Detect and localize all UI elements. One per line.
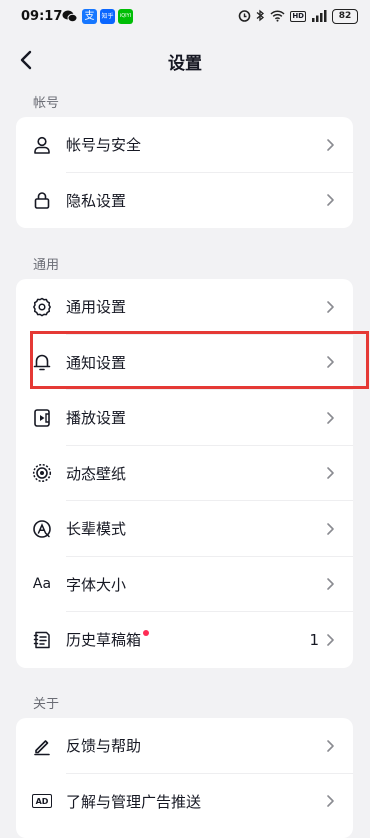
zhihu-icon: 知乎 <box>100 9 115 24</box>
red-dot-badge <box>143 630 150 637</box>
menu-item-feedback-help[interactable]: 反馈与帮助 <box>16 718 353 774</box>
menu-item-drafts[interactable]: 历史草稿箱 1 <box>16 612 353 668</box>
menu-item-label: 通用设置 <box>66 298 127 317</box>
menu-item-label: 长辈模式 <box>66 520 127 539</box>
ad-icon: AD <box>32 794 52 809</box>
drafts-label: 历史草稿箱 <box>66 631 142 650</box>
chevron-right-icon <box>327 522 334 535</box>
iqiyi-icon: iQIYI <box>118 9 133 24</box>
menu-item-label: 播放设置 <box>66 409 127 428</box>
chevron-right-icon <box>327 138 334 151</box>
edit-icon <box>32 736 52 756</box>
nav-bar: 设置 <box>0 40 370 80</box>
menu-item-label: 帐号与安全 <box>66 136 142 155</box>
chevron-right-icon <box>327 633 334 646</box>
menu-item-label: 隐私设置 <box>66 191 127 210</box>
menu-item-label: 通知设置 <box>66 353 127 372</box>
menu-item-ad-management[interactable]: AD 了解与管理广告推送 <box>16 774 353 830</box>
playback-icon <box>32 408 52 428</box>
status-indicators: HD 82 <box>238 9 358 24</box>
drafts-icon <box>32 630 52 650</box>
drafts-count: 1 <box>309 630 319 649</box>
chevron-right-icon <box>327 467 334 480</box>
menu-item-label: 了解与管理广告推送 <box>66 792 202 811</box>
status-bar: 09:17 支 知乎 iQIYI HD 82 <box>0 0 370 34</box>
chevron-right-icon <box>327 578 334 591</box>
menu-item-font-size[interactable]: Aa 字体大小 <box>16 557 353 612</box>
about-card: 反馈与帮助 AD 了解与管理广告推送 <box>16 718 353 838</box>
menu-item-account-security[interactable]: 帐号与安全 <box>16 117 353 173</box>
chevron-right-icon <box>327 795 334 808</box>
bell-icon <box>32 352 52 372</box>
chevron-right-icon <box>327 739 334 752</box>
chevron-right-icon <box>327 300 334 313</box>
chevron-right-icon <box>327 411 334 424</box>
general-card: 通用设置 通知设置 播放设置 动态壁纸 长辈模式 Aa 字体大小 历史草稿箱 1 <box>16 279 353 668</box>
page-title: 设置 <box>168 54 202 74</box>
menu-item-label: 历史草稿箱 <box>66 629 150 650</box>
menu-item-notification-settings[interactable]: 通知设置 <box>16 335 353 390</box>
menu-item-playback-settings[interactable]: 播放设置 <box>16 390 353 446</box>
menu-item-live-wallpaper[interactable]: 动态壁纸 <box>16 446 353 501</box>
wifi-icon <box>270 7 285 26</box>
alarm-icon <box>238 7 251 26</box>
section-label-account: 帐号 <box>33 96 60 111</box>
hd-badge: HD <box>290 11 306 22</box>
wechat-icon <box>62 9 78 28</box>
menu-item-privacy[interactable]: 隐私设置 <box>16 173 353 229</box>
menu-item-general-settings[interactable]: 通用设置 <box>16 279 353 335</box>
bluetooth-icon <box>256 7 265 26</box>
menu-item-label: 字体大小 <box>66 575 127 594</box>
section-label-about: 关于 <box>33 697 60 712</box>
menu-item-label: 动态壁纸 <box>66 464 127 483</box>
menu-item-elder-mode[interactable]: 长辈模式 <box>16 501 353 557</box>
gear-icon <box>32 297 52 317</box>
battery-indicator: 82 <box>332 9 358 24</box>
live-wallpaper-icon <box>32 463 52 483</box>
elder-mode-icon <box>32 519 52 539</box>
font-size-icon: Aa <box>32 576 52 593</box>
chevron-right-icon <box>327 356 334 369</box>
user-icon <box>32 135 52 155</box>
account-card: 帐号与安全 隐私设置 <box>16 117 353 228</box>
menu-item-label: 反馈与帮助 <box>66 737 142 756</box>
chevron-right-icon <box>327 194 334 207</box>
signal-icon <box>311 7 327 26</box>
section-label-general: 通用 <box>33 258 60 273</box>
alipay-icon: 支 <box>82 9 97 24</box>
lock-icon <box>32 190 52 210</box>
status-time: 09:17 <box>21 9 63 24</box>
